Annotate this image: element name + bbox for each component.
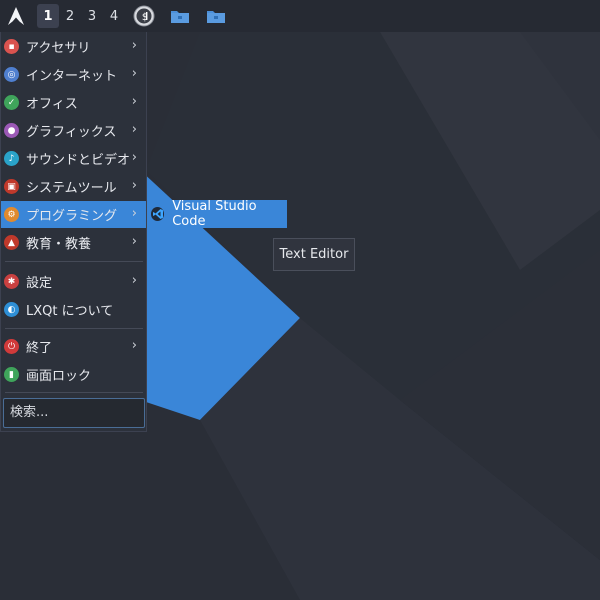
tooltip-text: Text Editor	[279, 247, 349, 262]
menu-item-internet[interactable]: ◎ インターネット ›	[1, 61, 146, 88]
menu-item-label: システムツール	[26, 181, 117, 196]
menu-item-settings[interactable]: ✱ 設定 ›	[1, 268, 146, 295]
application-menu: ▪ アクセサリ › ◎ インターネット › ✓ オフィス › ● グラフィックス…	[0, 32, 147, 432]
menu-item-label: オフィス	[26, 97, 78, 112]
menu-item-graphics[interactable]: ● グラフィックス ›	[1, 117, 146, 144]
file-manager-launcher[interactable]	[167, 0, 193, 32]
chevron-right-icon: ›	[131, 234, 137, 249]
menu-item-lock-screen[interactable]: ▮ 画面ロック	[1, 361, 146, 388]
workspace-3-button[interactable]: 3	[81, 4, 103, 28]
menu-item-label: プログラミング	[26, 209, 118, 224]
menu-item-multimedia[interactable]: ♪ サウンドとビデオ ›	[1, 145, 146, 172]
arch-logo-icon	[8, 7, 24, 25]
menu-item-visual-studio-code[interactable]: Visual Studio Code	[147, 199, 287, 229]
graphics-icon: ●	[4, 123, 19, 138]
chevron-right-icon: ›	[131, 66, 137, 81]
workspace-1-button[interactable]: 1	[37, 4, 59, 28]
programming-submenu: Visual Studio Code	[147, 199, 287, 229]
chevron-right-icon: ›	[131, 178, 137, 193]
office-icon: ✓	[4, 95, 19, 110]
education-icon: ▲	[4, 235, 19, 250]
application-menu-button[interactable]	[0, 0, 32, 32]
tooltip: Text Editor	[273, 238, 355, 271]
menu-item-label: インターネット	[26, 69, 118, 84]
terminal-launcher[interactable]: $	[129, 0, 159, 32]
workspace-4-button[interactable]: 4	[103, 4, 125, 28]
menu-item-system-tools[interactable]: ▣ システムツール ›	[1, 173, 146, 200]
menu-separator	[5, 392, 143, 393]
vscode-icon	[151, 207, 165, 221]
workspace-2-button[interactable]: 2	[59, 4, 81, 28]
lxqt-about-icon: ◐	[4, 302, 19, 317]
menu-item-label: 設定	[26, 276, 53, 291]
home-folder-launcher[interactable]	[203, 0, 229, 32]
internet-icon: ◎	[4, 67, 19, 82]
menu-item-office[interactable]: ✓ オフィス ›	[1, 89, 146, 116]
search-input[interactable]: 検索...	[3, 398, 145, 428]
workspace-switcher: 1 2 3 4	[37, 4, 125, 28]
system-tools-icon: ▣	[4, 179, 19, 194]
top-panel: 1 2 3 4 $	[0, 0, 600, 32]
menu-item-label: グラフィックス	[26, 125, 117, 140]
chevron-right-icon: ›	[131, 122, 137, 137]
chevron-right-icon: ›	[131, 38, 137, 53]
menu-item-label: アクセサリ	[26, 41, 91, 56]
menu-item-label: サウンドとビデオ	[26, 153, 131, 168]
lock-icon: ▮	[4, 367, 19, 382]
chevron-right-icon: ›	[131, 94, 137, 109]
chevron-right-icon: ›	[131, 206, 137, 221]
power-icon: ⏻	[4, 339, 19, 354]
menu-item-leave[interactable]: ⏻ 終了 ›	[1, 333, 146, 360]
accessories-icon: ▪	[4, 39, 19, 54]
folder-icon	[207, 11, 225, 23]
menu-separator	[5, 261, 143, 262]
menu-item-about-lxqt[interactable]: ◐ LXQt について	[1, 296, 146, 323]
menu-item-label: LXQt について	[26, 304, 114, 319]
folder-icon	[171, 11, 189, 23]
terminal-icon: $	[133, 5, 155, 27]
menu-item-label: 教育・教養	[26, 237, 92, 252]
menu-item-label: 終了	[26, 341, 53, 356]
chevron-right-icon: ›	[131, 273, 137, 288]
programming-icon: ⚙	[4, 207, 19, 222]
settings-icon: ✱	[4, 274, 19, 289]
menu-item-label: Visual Studio Code	[172, 199, 257, 229]
menu-separator	[5, 328, 143, 329]
multimedia-icon: ♪	[4, 151, 19, 166]
menu-item-programming[interactable]: ⚙ プログラミング ›	[1, 201, 146, 228]
chevron-right-icon: ›	[131, 150, 137, 165]
menu-item-accessories[interactable]: ▪ アクセサリ ›	[1, 33, 146, 60]
menu-item-education[interactable]: ▲ 教育・教養 ›	[1, 229, 146, 256]
menu-item-label: 画面ロック	[26, 369, 92, 384]
chevron-right-icon: ›	[131, 338, 137, 353]
